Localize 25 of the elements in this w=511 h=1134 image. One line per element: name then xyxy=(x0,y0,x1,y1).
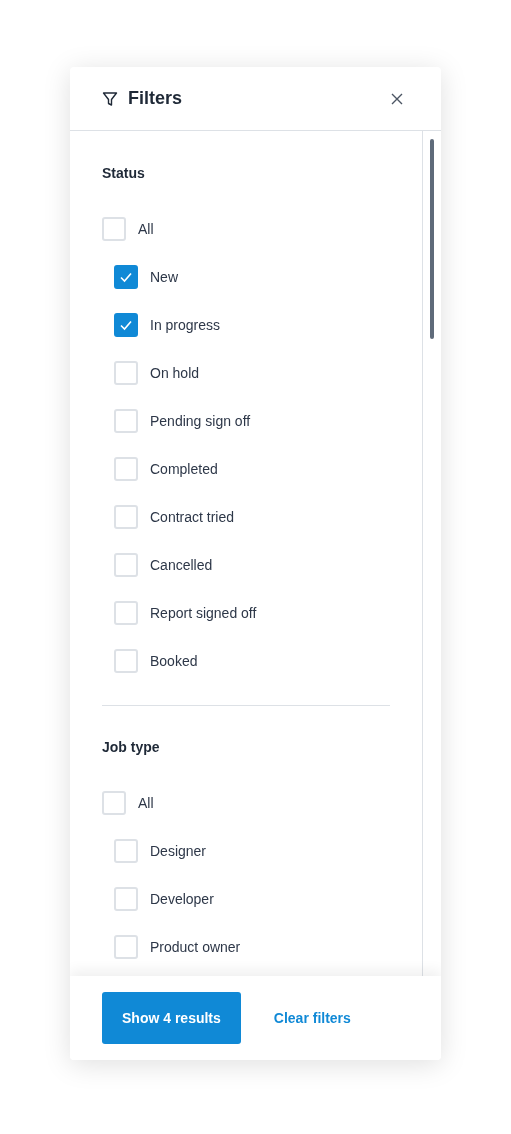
clear-filters-link[interactable]: Clear filters xyxy=(273,1010,351,1026)
checkbox-label: Pending sign off xyxy=(150,413,251,429)
checkbox-label: Product owner xyxy=(150,939,241,955)
checkbox-label: Completed xyxy=(150,461,218,477)
checkbox-label: All xyxy=(138,795,154,811)
checkbox-label: Cancelled xyxy=(150,557,213,573)
filter-icon xyxy=(102,90,118,107)
close-icon[interactable] xyxy=(391,92,403,105)
checkbox-label: In progress xyxy=(150,317,221,333)
checkbox-label: Report signed off xyxy=(150,605,257,621)
checkbox-label: Booked xyxy=(150,653,198,669)
panel-title: Filters xyxy=(128,88,183,109)
checkbox[interactable] xyxy=(114,313,138,337)
checkbox-label: Developer xyxy=(150,891,214,907)
section-title: Job type xyxy=(102,739,161,757)
checkmark-icon xyxy=(119,270,133,284)
checkbox[interactable] xyxy=(114,265,138,289)
checkbox-label: On hold xyxy=(150,365,200,381)
checkbox-label: New xyxy=(150,269,178,285)
checkbox-label: Contract tried xyxy=(150,509,235,525)
checkbox-label: All xyxy=(138,221,154,237)
checkmark-icon xyxy=(119,318,133,332)
checkbox-label: Designer xyxy=(150,843,207,859)
section-title: Status xyxy=(102,165,146,183)
show-results-button[interactable]: Show 4 results xyxy=(102,992,241,1044)
